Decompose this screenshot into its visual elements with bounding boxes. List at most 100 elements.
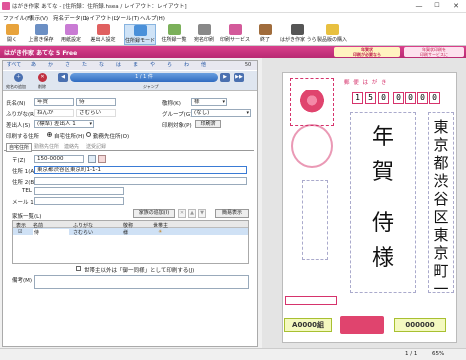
folder-open-icon <box>5 24 19 35</box>
kana-tab-ha[interactable]: は <box>113 61 124 70</box>
app-icon <box>2 2 10 10</box>
address-tabs: 自宅住所 勤務先住所 連絡先 送受記録 <box>4 143 254 152</box>
paper-setup-button[interactable]: 用紙設定 <box>60 24 82 45</box>
exit-button[interactable]: 終了 <box>257 24 273 45</box>
sender-zip-boxes <box>285 296 337 305</box>
print-service-icon <box>228 24 242 35</box>
tab-contact[interactable]: 連絡先 <box>64 143 79 150</box>
group-print-checkbox[interactable] <box>76 266 81 271</box>
last-name-input[interactable]: 年賀 <box>34 98 74 106</box>
mail-input[interactable] <box>34 197 124 205</box>
kana-tab-ka[interactable]: か <box>45 61 56 70</box>
name-label: 氏名(N) <box>6 101 26 107</box>
lottery-number: 000000 <box>394 318 446 332</box>
row-honorific[interactable]: 様 <box>123 229 128 236</box>
kana-count: 50 <box>244 62 252 68</box>
open-button[interactable]: 開く <box>2 24 22 45</box>
record-slider[interactable]: 1 / 1 件 <box>70 73 218 82</box>
tel-input[interactable] <box>34 187 124 195</box>
address1-label: 住所 1(A) <box>12 169 37 175</box>
row-name[interactable]: 侍 <box>33 229 69 236</box>
zip-input[interactable]: 150-0000 <box>34 155 84 163</box>
address-book-mode-button[interactable]: 住所録モード <box>124 24 156 45</box>
table-row[interactable]: ☑ 侍 さむらい 様 ☀ <box>13 228 248 236</box>
last-record-icon[interactable]: ▶▶ <box>234 73 244 82</box>
print-address-label: 印刷する住所 <box>6 134 40 140</box>
delete-icon[interactable]: ✕ <box>38 73 47 82</box>
honorific-select[interactable]: 様 <box>191 98 227 106</box>
radio-home[interactable] <box>47 132 52 137</box>
zip-digit-1: 1 <box>352 92 363 104</box>
jump-label: ジャンプ <box>143 84 159 89</box>
kana-tab-na[interactable]: な <box>96 61 107 70</box>
tab-office[interactable]: 勤務先住所 <box>34 143 59 150</box>
minimize-button[interactable]: — <box>410 0 428 12</box>
menu-bar: ファイル(F) 表示(V) 宛名データ(D) レイアウト(L) ツール(T) ヘ… <box>0 13 466 23</box>
paper-icon <box>64 24 78 35</box>
menu-tools[interactable]: ツール(T) <box>115 14 139 22</box>
print-icon <box>197 24 211 35</box>
furigana-last-input[interactable]: ねんが <box>34 109 74 117</box>
first-record-icon[interactable]: ◀ <box>58 73 68 82</box>
kana-tab-ta[interactable]: た <box>79 61 90 70</box>
address-book-icon <box>133 25 147 36</box>
ura-icon <box>290 24 304 35</box>
row-show-checkbox[interactable]: ☑ <box>18 229 22 235</box>
zip-digit-2: 5 <box>365 92 376 104</box>
add-family-button[interactable]: 家族の追加(I) <box>133 209 175 218</box>
sender-label: 差出人(S) <box>6 123 31 129</box>
kana-tab-wa[interactable]: わ <box>181 61 192 70</box>
zip-digit-7: 0 <box>429 92 440 104</box>
lottery-group: A0000組 <box>284 318 332 332</box>
kana-tab-ya[interactable]: や <box>147 61 158 70</box>
maximize-button[interactable]: ☐ <box>428 0 446 12</box>
ura-button[interactable]: はがき作家 うら <box>280 24 317 45</box>
first-name-input[interactable]: 侍 <box>76 98 116 106</box>
group-select[interactable]: (なし) <box>191 109 251 117</box>
kana-tab-sa[interactable]: さ <box>62 61 73 70</box>
add-record-icon[interactable]: ＋ <box>14 73 23 82</box>
address1-input[interactable]: 東京都渋谷区東京町1-1-1 <box>34 166 247 174</box>
save-button[interactable]: 上書き保存 <box>28 24 54 45</box>
tab-home[interactable]: 自宅住所 <box>6 143 33 152</box>
group-print-label: 世帯主以外は「御一同様」として印刷する(J) <box>84 268 195 274</box>
sender-setup-button[interactable]: 差出人設定 <box>89 24 117 45</box>
kana-tab-ma[interactable]: ま <box>130 61 141 70</box>
ad-print-service[interactable]: 年賀状 印刷が必要なら はがき作家 印刷サービス <box>334 47 400 67</box>
honorific-label: 敬称(K) <box>162 101 181 107</box>
printed-button[interactable]: 印刷済 <box>195 120 221 128</box>
purchase-button[interactable]: 製品版の購入 <box>317 24 347 45</box>
menu-help[interactable]: ヘルプ(H) <box>140 14 165 22</box>
kana-tab-all[interactable]: すべて <box>5 61 23 70</box>
kana-tab-other[interactable]: 他 <box>198 61 209 70</box>
close-button[interactable]: ✕ <box>447 0 465 12</box>
family-list-label: 家族一覧(L) <box>12 214 42 220</box>
zoom-level[interactable]: 65% <box>432 351 444 357</box>
tab-history[interactable]: 送受記録 <box>86 143 106 150</box>
address2-input[interactable] <box>34 177 247 185</box>
kana-tab-a[interactable]: あ <box>28 61 39 70</box>
zip-digit-6: 0 <box>417 92 428 104</box>
address-list-button[interactable]: 住所録一覧 <box>159 24 189 45</box>
zip-map-icon[interactable] <box>98 155 106 163</box>
move-down-icon[interactable]: ▼ <box>198 209 206 218</box>
menu-layout[interactable]: レイアウト(L) <box>84 14 119 22</box>
simple-view-button[interactable]: 簡易表示 <box>215 209 249 218</box>
list-icon <box>167 24 181 35</box>
radio-office[interactable] <box>86 132 91 137</box>
lottery-logo-icon <box>340 316 384 334</box>
remove-family-icon[interactable]: ✕ <box>178 209 186 218</box>
postcard-header: 郵 便 は が き <box>344 80 388 86</box>
zip-search-icon[interactable] <box>88 155 96 163</box>
move-up-icon[interactable]: ▲ <box>188 209 196 218</box>
next-record-icon[interactable]: ▶ <box>220 73 230 82</box>
kana-tab-ra[interactable]: ら <box>164 61 175 70</box>
sender-select[interactable]: (標準) 差出人 1 <box>34 120 94 128</box>
print-button[interactable]: 宛名印刷 <box>192 24 216 45</box>
furigana-label: ふりがな(R) <box>6 112 37 118</box>
note-textarea[interactable] <box>34 275 249 289</box>
ad-print-service-2[interactable]: 年賀状印刷を 印刷サービスに 頼んじゃお♪ <box>404 47 464 62</box>
menu-view[interactable]: 表示(V) <box>29 14 48 22</box>
furigana-first-input[interactable]: さむらい <box>76 109 116 117</box>
print-service-button[interactable]: 印刷サービス <box>219 24 251 45</box>
